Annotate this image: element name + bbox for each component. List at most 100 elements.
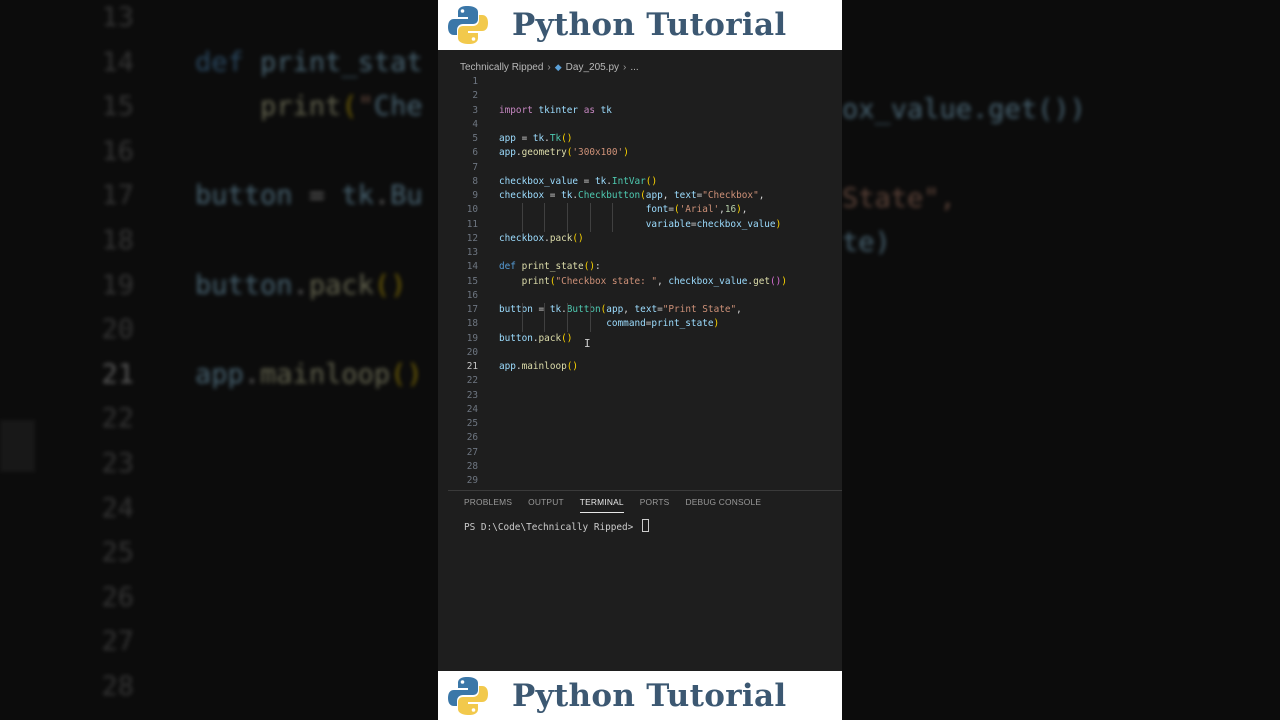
code-text: app.mainloop() <box>499 361 579 372</box>
video-panel: Python Tutorial Technically Ripped › ◆ D… <box>438 0 842 720</box>
chevron-right-icon: › <box>547 61 551 73</box>
line-number: 21 <box>466 361 478 372</box>
breadcrumb-file[interactable]: Day_205.py <box>566 62 619 73</box>
code-line[interactable]: 11 variable=checkbox_value) <box>448 218 842 232</box>
line-number: 28 <box>466 460 478 472</box>
line-number: 24 <box>466 403 478 415</box>
code-line[interactable]: 23 <box>448 389 842 403</box>
top-banner: Python Tutorial <box>438 0 842 50</box>
background-right-fragment-2: State", <box>842 183 956 214</box>
line-number: 20 <box>466 346 478 358</box>
line-number: 26 <box>466 432 478 444</box>
panel-tab-problems[interactable]: PROBLEMS <box>464 497 512 513</box>
indent-guide <box>521 303 523 332</box>
code-text: checkbox_value = tk.IntVar() <box>499 175 658 187</box>
line-number: 4 <box>472 118 478 130</box>
indent-guide <box>589 203 591 232</box>
code-line[interactable]: 29 <box>448 474 842 488</box>
code-line[interactable]: 28 <box>448 460 842 474</box>
code-line[interactable]: 19 button.pack() <box>448 332 842 346</box>
code-text: checkbox = tk.Checkbutton(app, text="Che… <box>499 190 765 201</box>
code-line[interactable]: 22 <box>448 374 842 388</box>
panel-tab-debug-console[interactable]: DEBUG CONSOLE <box>685 497 761 513</box>
code-editor[interactable]: 1 2 3 import tkinter as tk 4 5 app = tk.Tk() 6 a… <box>448 76 842 488</box>
indent-guide <box>589 303 591 332</box>
panel-divider <box>448 490 842 491</box>
line-number: 12 <box>466 232 478 244</box>
indent-guide <box>566 303 568 332</box>
banner-title: Python Tutorial <box>512 677 787 714</box>
background-line-number: 16 <box>101 135 134 167</box>
line-number: 25 <box>466 418 478 429</box>
background-line-number: 26 <box>101 581 134 613</box>
line-number: 1 <box>472 76 478 87</box>
code-line[interactable]: 27 <box>448 446 842 460</box>
code-line[interactable]: 1 <box>448 76 842 89</box>
line-number: 29 <box>466 475 478 486</box>
indent-guide <box>612 203 614 232</box>
line-number: 7 <box>472 161 478 173</box>
code-line[interactable]: 25 <box>448 417 842 431</box>
code-line[interactable]: 12 checkbox.pack() <box>448 232 842 246</box>
indent-guide <box>566 203 568 232</box>
background-code-text: app.mainloop() <box>195 358 423 390</box>
background-line-number: 23 <box>101 448 134 479</box>
panel-tabs: PROBLEMS OUTPUT TERMINAL PORTS DEBUG CONSOLE <box>448 497 761 513</box>
code-line[interactable]: 9 checkbox = tk.Checkbutton(app, text="Ch… <box>448 189 842 203</box>
line-number: 14 <box>466 261 478 273</box>
code-line[interactable]: 17 button = tk.Button(app, text="Print St… <box>448 303 842 317</box>
code-line[interactable]: 5 app = tk.Tk() <box>448 132 842 146</box>
code-text: app.geometry('300x100') <box>499 147 629 159</box>
background-right-fragment-3: te) <box>842 227 891 258</box>
code-text: print("Checkbox state: ", checkbox_value… <box>521 275 787 287</box>
line-number: 16 <box>466 289 478 301</box>
background-code-text: def print_stat <box>195 46 423 78</box>
line-number: 2 <box>472 90 478 102</box>
background-line-number: 19 <box>101 269 134 301</box>
line-number: 22 <box>466 375 478 387</box>
terminal-line[interactable]: PS D:\Code\Technically Ripped> <box>464 519 649 535</box>
code-text: import tkinter as tk <box>499 104 612 116</box>
python-logo-icon <box>448 6 488 44</box>
line-number: 10 <box>466 204 478 216</box>
indent-guide <box>544 303 546 332</box>
code-line[interactable]: 16 <box>448 289 842 303</box>
breadcrumb-ellipsis[interactable]: ... <box>630 62 638 73</box>
code-line[interactable]: 6 app.geometry('300x100') <box>448 146 842 160</box>
code-line[interactable]: 13 <box>448 246 842 260</box>
code-line[interactable]: 26 <box>448 431 842 445</box>
code-line[interactable]: 24 <box>448 403 842 417</box>
line-number: 15 <box>466 275 478 287</box>
code-line[interactable]: 4 <box>448 118 842 132</box>
code-line[interactable]: 3 import tkinter as tk <box>448 104 842 118</box>
background-line-number: 14 <box>101 46 134 78</box>
background-line-number: 24 <box>101 492 134 524</box>
indent-guide <box>544 203 546 232</box>
code-line[interactable]: 10 font=('Arial',16), <box>448 203 842 217</box>
code-line[interactable]: 21 app.mainloop() <box>448 360 842 374</box>
code-line[interactable]: 15 print("Checkbox state: ", checkbox_va… <box>448 275 842 289</box>
code-line[interactable]: 8 checkbox_value = tk.IntVar() <box>448 175 842 189</box>
code-text: font=('Arial',16), <box>645 204 748 216</box>
code-line[interactable]: 20 <box>448 346 842 360</box>
line-number: 6 <box>472 147 478 159</box>
background-line-number: 20 <box>101 314 134 346</box>
background-code-text: button.pack() <box>195 269 407 301</box>
line-number: 5 <box>472 133 478 144</box>
code-line[interactable]: 18 command=print_state) <box>448 317 842 331</box>
panel-tab-output[interactable]: OUTPUT <box>528 497 564 513</box>
background-line-number: 22 <box>101 403 134 435</box>
breadcrumb-folder[interactable]: Technically Ripped <box>460 62 543 73</box>
code-line[interactable]: 14 def print_state(): <box>448 260 842 274</box>
line-number: 8 <box>472 175 478 187</box>
python-file-icon: ◆ <box>554 61 562 72</box>
line-number: 18 <box>466 318 478 330</box>
indent-guide <box>521 203 523 232</box>
code-text: button = tk.Button(app, text="Print Stat… <box>499 304 742 315</box>
background-line-number: 28 <box>101 671 134 702</box>
code-line[interactable]: 2 <box>448 89 842 103</box>
mouse-ibeam-cursor: I <box>584 337 591 350</box>
panel-tab-ports[interactable]: PORTS <box>640 497 670 513</box>
code-line[interactable]: 7 <box>448 161 842 175</box>
panel-tab-terminal[interactable]: TERMINAL <box>579 497 624 513</box>
